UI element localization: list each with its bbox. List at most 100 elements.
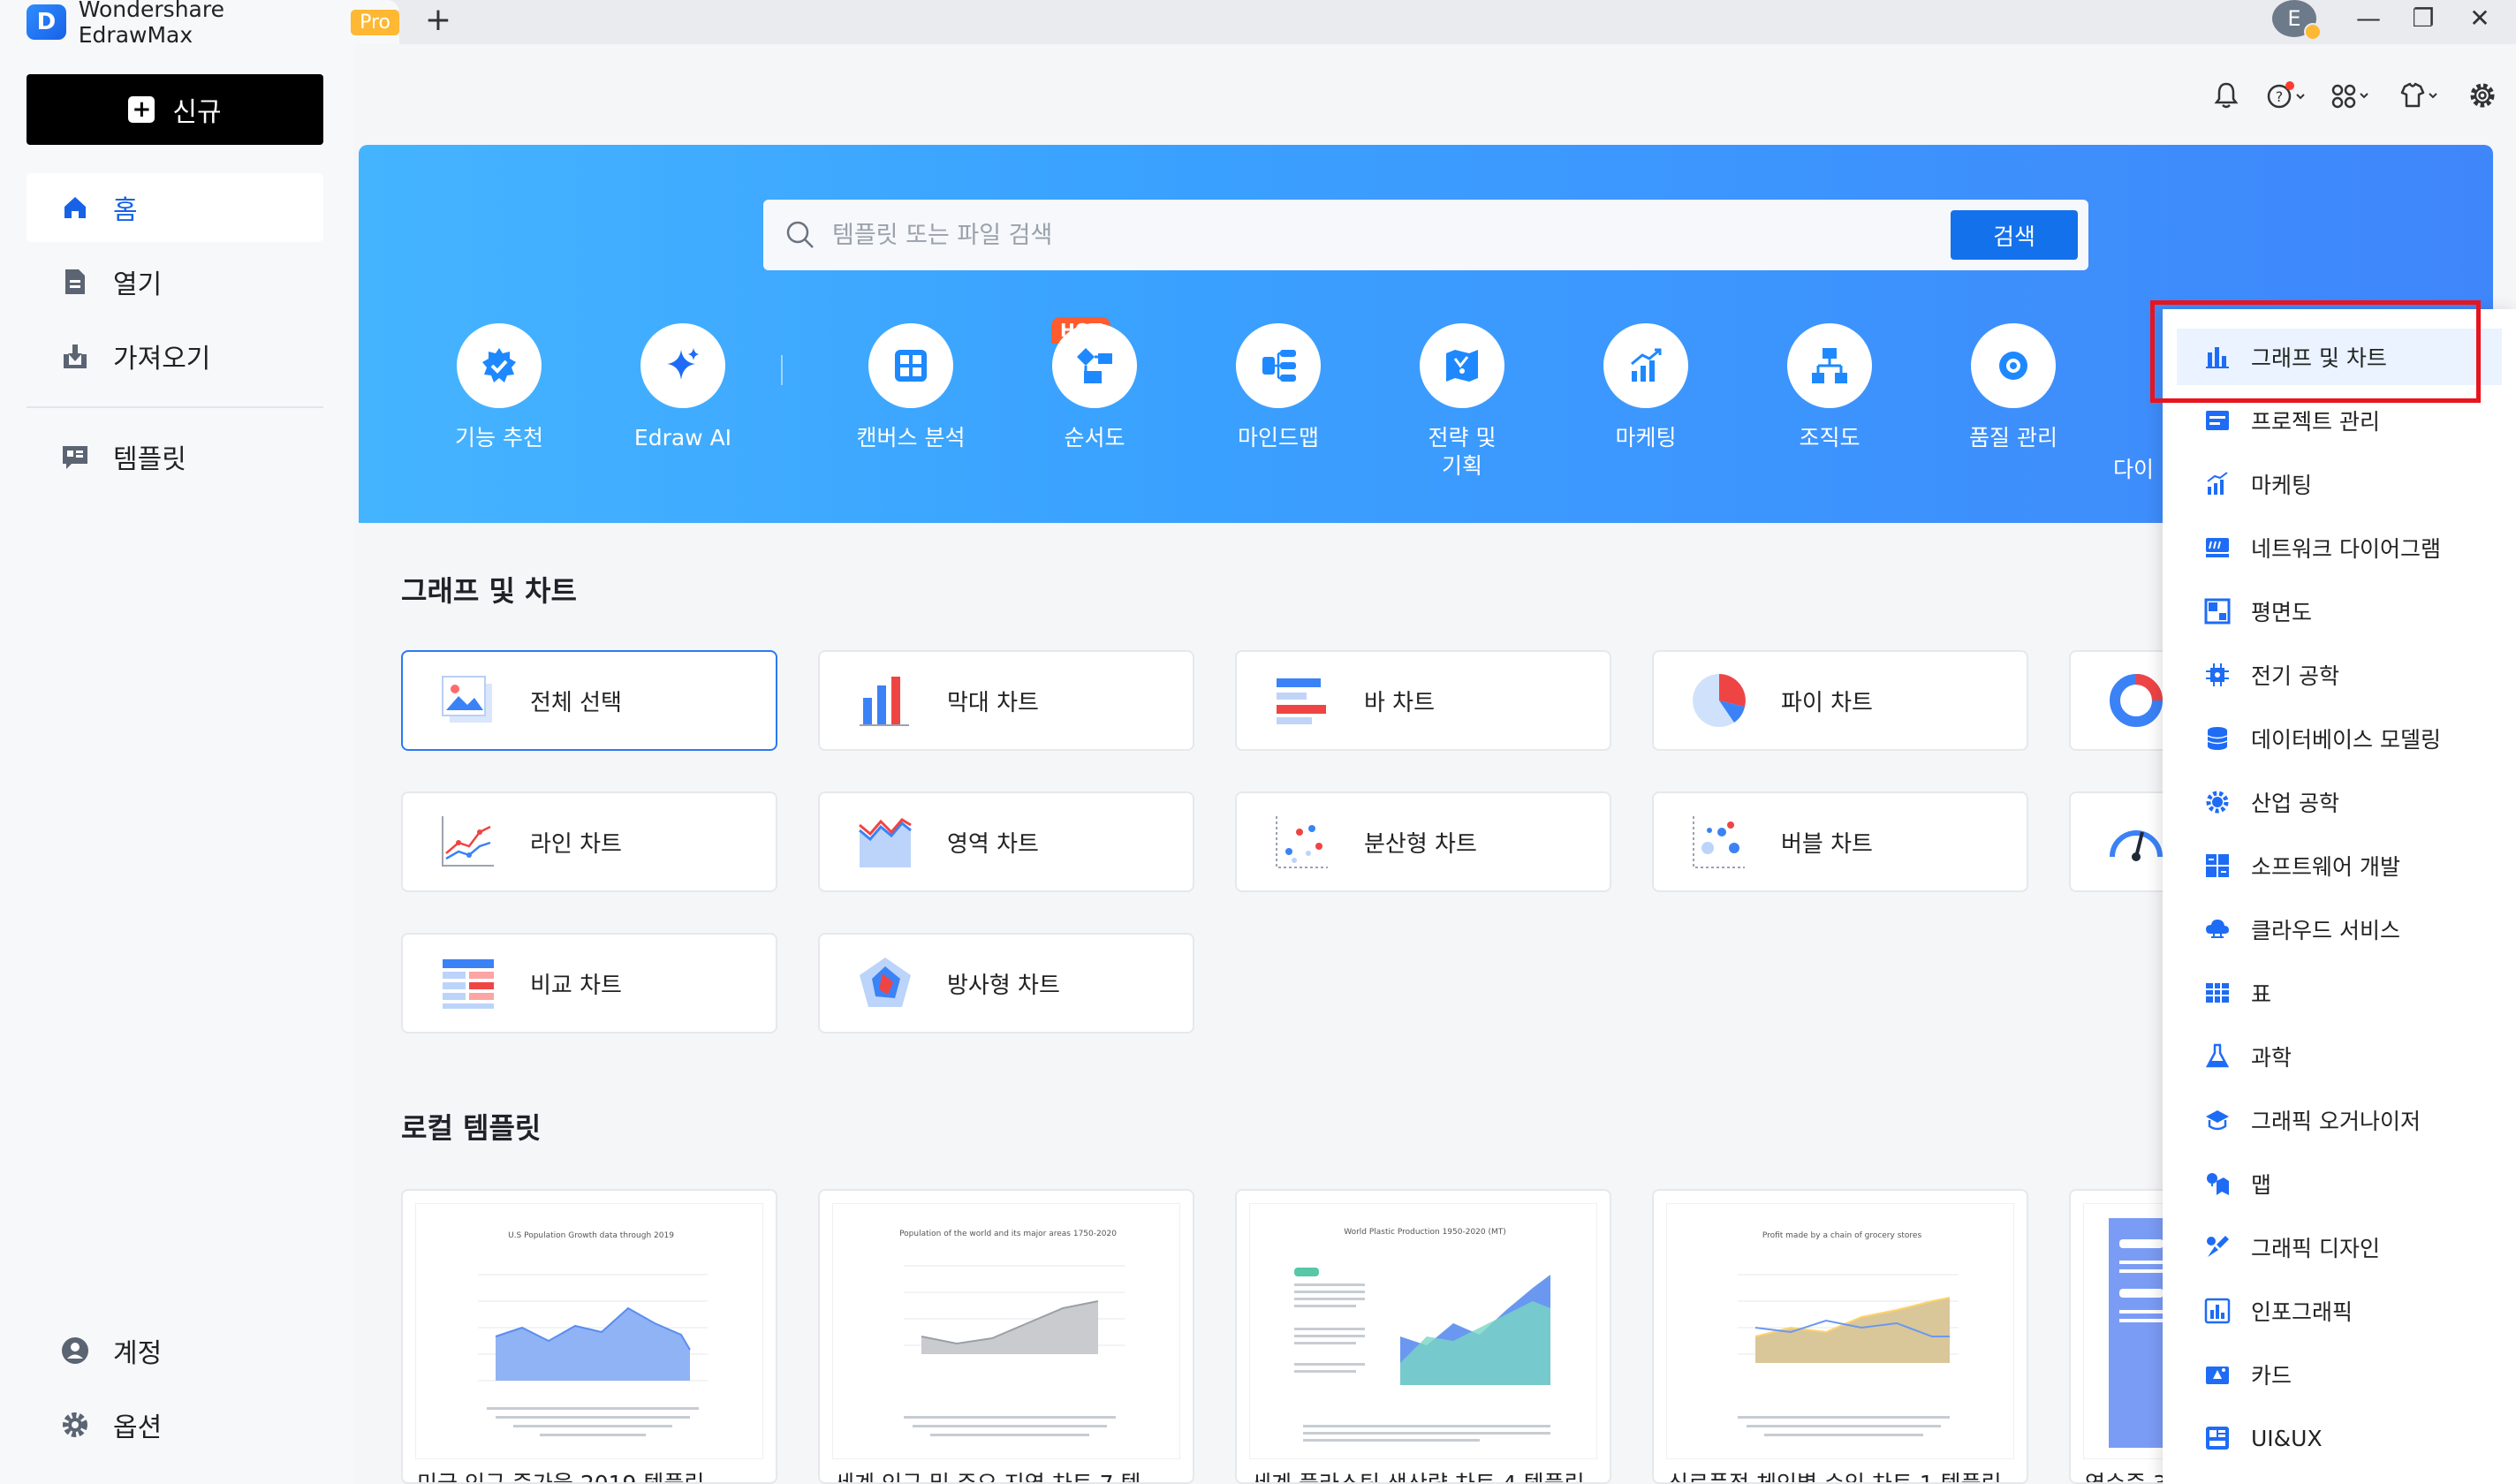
dropdown-item-science[interactable]: 과학 — [2177, 1028, 2502, 1085]
template-title: 영수증 3 — [2085, 1471, 2167, 1484]
template-preview: U.S Population Growth data through 2019 — [415, 1203, 763, 1459]
chart-card-pie[interactable]: 파이 차트 — [1652, 650, 2028, 751]
help-icon[interactable]: ? — [2263, 78, 2311, 113]
template-icon — [60, 442, 90, 472]
template-card[interactable]: Profit made by a chain of grocery stores… — [1652, 1189, 2028, 1484]
dropdown-item-uiux[interactable]: UI&UX — [2177, 1410, 2502, 1466]
chart-card-horizontal-bar[interactable]: 바 차트 — [1235, 650, 1611, 751]
category-marketing[interactable]: 마케팅 — [1562, 323, 1730, 452]
chart-card-label: 막대 차트 — [947, 689, 1039, 716]
minimize-button[interactable]: — — [2346, 0, 2391, 35]
section-title-local-templates: 로컬 템플릿 — [401, 1111, 542, 1145]
chart-card-label: 비교 차트 — [530, 972, 622, 999]
sidebar-item-account[interactable]: 계정 — [27, 1316, 323, 1385]
chart-card-radar[interactable]: 방사형 차트 — [818, 933, 1194, 1034]
template-preview: Profit made by a chain of grocery stores — [1666, 1203, 2014, 1459]
sidebar-item-templates[interactable]: 템플릿 — [27, 422, 323, 491]
search-input[interactable] — [832, 221, 1875, 249]
dropdown-item-floorplan[interactable]: 평면도 — [2177, 583, 2502, 640]
category-label: 캔버스 분석 — [856, 425, 966, 450]
maximize-button[interactable]: ❐ — [2401, 0, 2445, 35]
search-button[interactable]: 검색 — [1951, 210, 2078, 260]
home-icon — [60, 193, 90, 223]
category-quality[interactable]: 품질 관리 — [1929, 323, 2097, 452]
sidebar-item-open[interactable]: 열기 — [27, 247, 323, 316]
dropdown-item-industrial[interactable]: 산업 공학 — [2177, 774, 2502, 830]
template-card[interactable]: World Plastic Production 1950-2020 (MT) … — [1235, 1189, 1611, 1484]
category-edraw-ai[interactable]: Edraw AI — [599, 323, 767, 452]
avatar[interactable]: E — [2272, 0, 2322, 41]
category-label: 조직도 — [1799, 425, 1860, 450]
dropdown-item-cloud[interactable]: 클라우드 서비스 — [2177, 901, 2502, 958]
dropdown-item-label: 프로젝트 관리 — [2251, 409, 2380, 435]
dropdown-item-organizer[interactable]: 그래픽 오거나이저 — [2177, 1092, 2502, 1148]
marketing-icon — [1603, 323, 1688, 408]
category-mindmap[interactable]: 마인드맵 — [1194, 323, 1362, 452]
bell-icon[interactable] — [2209, 78, 2244, 113]
scatter-chart-icon — [1272, 812, 1332, 872]
sidebar-item-label: 템플릿 — [113, 444, 186, 475]
dropdown-item-design[interactable]: 그래픽 디자인 — [2177, 1219, 2502, 1276]
map-icon — [2203, 1170, 2232, 1198]
chart-card-area[interactable]: 영역 차트 — [818, 791, 1194, 892]
template-title: 세계 인구 및 주요 지역 차트 7 템 — [834, 1471, 1141, 1484]
chart-card-select-all[interactable]: 전체 선택 — [401, 650, 777, 751]
chart-card-bar[interactable]: 막대 차트 — [818, 650, 1194, 751]
dropdown-item-label: UI&UX — [2251, 1425, 2323, 1451]
sidebar-item-import[interactable]: 가져오기 — [27, 322, 323, 390]
dropdown-item-map[interactable]: 맵 — [2177, 1155, 2502, 1212]
electrical-icon — [2203, 661, 2232, 689]
dropdown-item-database[interactable]: 데이터베이스 모델링 — [2177, 710, 2502, 767]
dropdown-item-electrical[interactable]: 전기 공학 — [2177, 647, 2502, 703]
app-tab[interactable]: D Wondershare EdrawMax Pro — [0, 0, 399, 48]
dropdown-item-label: 데이터베이스 모델링 — [2251, 727, 2441, 753]
dropdown-item-card[interactable]: 카드 — [2177, 1346, 2502, 1403]
template-preview: World Plastic Production 1950-2020 (MT) — [1249, 1203, 1597, 1459]
dropdown-item-label: 마케팅 — [2251, 473, 2313, 498]
new-tab-button[interactable]: + — [421, 2, 456, 38]
category-canvas[interactable]: 캔버스 분석 — [827, 323, 995, 452]
sidebar-item-options[interactable]: 옵션 — [27, 1390, 323, 1459]
template-card[interactable]: Population of the world and its major ar… — [818, 1189, 1194, 1484]
apps-grid-icon[interactable] — [2329, 78, 2376, 113]
template-title: 식료품점 체인별 수익 차트 1 템플릿 — [1668, 1471, 2002, 1484]
uiux-icon — [2203, 1424, 2232, 1452]
chart-card-label: 버블 차트 — [1781, 830, 1873, 858]
category-orgchart[interactable]: 조직도 — [1746, 323, 1914, 452]
dropdown-item-label: 카드 — [2251, 1363, 2292, 1389]
svg-text:?: ? — [2276, 88, 2284, 105]
infographic-icon — [2203, 1297, 2232, 1325]
dropdown-item-marketing[interactable]: 마케팅 — [2177, 456, 2502, 512]
quality-icon — [1971, 323, 2056, 408]
template-title: 세계 플라스틱 생산량 차트 4 템플릿 — [1251, 1471, 1585, 1484]
dropdown-item-software[interactable]: 소프트웨어 개발 — [2177, 837, 2502, 894]
cloud-icon — [2203, 915, 2232, 943]
sidebar-item-home[interactable]: 홈 — [27, 173, 323, 242]
chart-card-line[interactable]: 라인 차트 — [401, 791, 777, 892]
edrawmax-logo-icon: D — [27, 4, 66, 40]
dropdown-item-label: 네트워크 다이어그램 — [2251, 536, 2441, 562]
template-title: 미국 인구 증가율 2019 템플릿 — [417, 1471, 705, 1484]
dropdown-item-table[interactable]: 표 — [2177, 965, 2502, 1021]
chart-card-comparison[interactable]: 비교 차트 — [401, 933, 777, 1034]
software-icon — [2203, 852, 2232, 880]
chart-card-label: 영역 차트 — [947, 830, 1039, 858]
dropdown-item-network[interactable]: 네트워크 다이어그램 — [2177, 519, 2502, 576]
dropdown-item-infographic[interactable]: 인포그래픽 — [2177, 1283, 2502, 1339]
settings-icon — [60, 1410, 90, 1440]
new-button[interactable]: + 신규 — [27, 74, 323, 145]
gear-icon[interactable] — [2465, 78, 2500, 113]
template-card[interactable]: U.S Population Growth data through 2019 … — [401, 1189, 777, 1484]
shirt-icon[interactable] — [2396, 78, 2444, 113]
dropdown-item-label: 평면도 — [2251, 600, 2313, 625]
category-label: 기능 추천 — [455, 425, 543, 450]
category-recommend[interactable]: 기능 추천 — [415, 323, 583, 452]
chart-card-label: 방사형 차트 — [947, 972, 1060, 999]
category-strategy[interactable]: 전략 및 기획 — [1378, 323, 1546, 481]
chart-card-scatter[interactable]: 분산형 차트 — [1235, 791, 1611, 892]
sidebar: + 신규 홈 열기 가져오기 템플릿 계정 옵션 — [0, 44, 353, 1484]
file-icon — [60, 267, 90, 297]
close-button[interactable]: ✕ — [2458, 0, 2502, 35]
chart-card-bubble[interactable]: 버블 차트 — [1652, 791, 2028, 892]
category-flowchart[interactable]: 순서도 — [1011, 323, 1178, 452]
